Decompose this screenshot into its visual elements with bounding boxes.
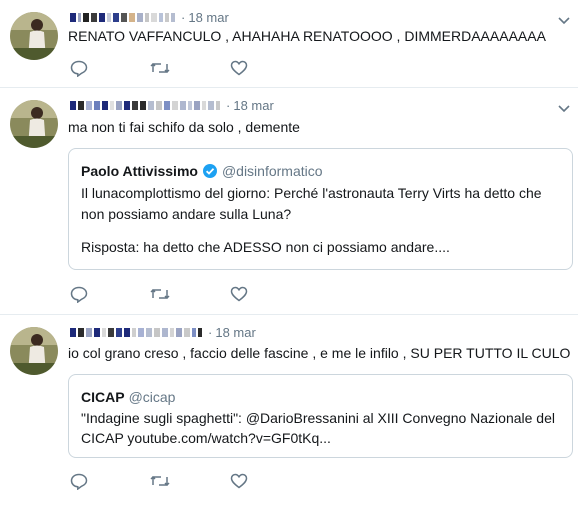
quoted-author-name: CICAP bbox=[81, 389, 125, 405]
tweet-timestamp[interactable]: 18 mar bbox=[188, 10, 228, 25]
tweet[interactable]: · 18 mar io col grano creso , faccio del… bbox=[0, 315, 578, 509]
like-icon bbox=[230, 473, 248, 489]
tweet-actions bbox=[70, 285, 310, 303]
avatar[interactable] bbox=[10, 327, 58, 375]
quoted-tweet-text-line: CICAP youtube.com/watch?v=GF0tKq... bbox=[81, 430, 331, 446]
retweet-button[interactable] bbox=[150, 59, 230, 77]
reply-button[interactable] bbox=[70, 472, 150, 490]
reply-icon bbox=[70, 60, 88, 77]
tweet[interactable]: · 18 mar ma non ti fai schifo da solo , … bbox=[0, 88, 578, 315]
tweet-text: RENATO VAFFANCULO , AHAHAHA RENATOOOO , … bbox=[68, 28, 546, 44]
avatar[interactable] bbox=[10, 100, 58, 148]
tweet-timestamp[interactable]: 18 mar bbox=[215, 325, 255, 340]
quoted-tweet-text-line: Il lunacomplottismo del giorno: Perché l… bbox=[81, 185, 542, 201]
redacted-username[interactable] bbox=[70, 98, 220, 112]
redacted-username[interactable] bbox=[70, 325, 202, 339]
reply-icon bbox=[70, 473, 88, 490]
tweet-text: io col grano creso , faccio delle fascin… bbox=[68, 345, 571, 361]
tweet[interactable]: · 18 mar RENATO VAFFANCULO , AHAHAHA REN… bbox=[0, 0, 578, 88]
caret-down-icon[interactable] bbox=[558, 12, 570, 30]
like-button[interactable] bbox=[230, 472, 310, 490]
like-button[interactable] bbox=[230, 59, 310, 77]
retweet-icon bbox=[150, 474, 170, 488]
avatar[interactable] bbox=[10, 12, 58, 60]
like-icon bbox=[230, 60, 248, 76]
like-button[interactable] bbox=[230, 285, 310, 303]
quoted-tweet[interactable]: Paolo Attivissimo @disinformatico Il lun… bbox=[68, 148, 573, 270]
tweet-text: ma non ti fai schifo da solo , demente bbox=[68, 119, 300, 135]
quoted-tweet-header: CICAP @cicap bbox=[81, 389, 175, 405]
caret-down-icon[interactable] bbox=[558, 100, 570, 118]
tweet-header: · 18 mar bbox=[70, 8, 229, 26]
tweet-actions bbox=[70, 59, 310, 77]
quoted-tweet-header: Paolo Attivissimo @disinformatico bbox=[81, 163, 323, 179]
tweet-header: · 18 mar bbox=[70, 96, 274, 114]
quoted-author-handle: @disinformatico bbox=[221, 163, 323, 179]
retweet-icon bbox=[150, 287, 170, 301]
tweet-timestamp[interactable]: 18 mar bbox=[233, 98, 273, 113]
like-icon bbox=[230, 286, 248, 302]
quoted-tweet-text-line: non possiamo andare sulla Luna? bbox=[81, 206, 292, 222]
quoted-author-name: Paolo Attivissimo bbox=[81, 163, 198, 179]
retweet-icon bbox=[150, 61, 170, 75]
tweet-actions bbox=[70, 472, 310, 490]
redacted-username[interactable] bbox=[70, 10, 175, 24]
separator: · bbox=[226, 97, 231, 113]
reply-button[interactable] bbox=[70, 59, 150, 77]
verified-badge-icon bbox=[202, 163, 218, 179]
separator: · bbox=[181, 9, 186, 25]
tweet-header: · 18 mar bbox=[70, 323, 256, 341]
separator: · bbox=[208, 324, 213, 340]
reply-button[interactable] bbox=[70, 285, 150, 303]
quoted-author-handle: @cicap bbox=[128, 389, 176, 405]
retweet-button[interactable] bbox=[150, 472, 230, 490]
quoted-tweet[interactable]: CICAP @cicap "Indagine sugli spaghetti":… bbox=[68, 374, 573, 458]
quoted-tweet-text-line: "Indagine sugli spaghetti": @DarioBressa… bbox=[81, 410, 555, 426]
retweet-button[interactable] bbox=[150, 285, 230, 303]
quoted-tweet-text-line: Risposta: ha detto che ADESSO non ci pos… bbox=[81, 239, 450, 255]
reply-icon bbox=[70, 286, 88, 303]
